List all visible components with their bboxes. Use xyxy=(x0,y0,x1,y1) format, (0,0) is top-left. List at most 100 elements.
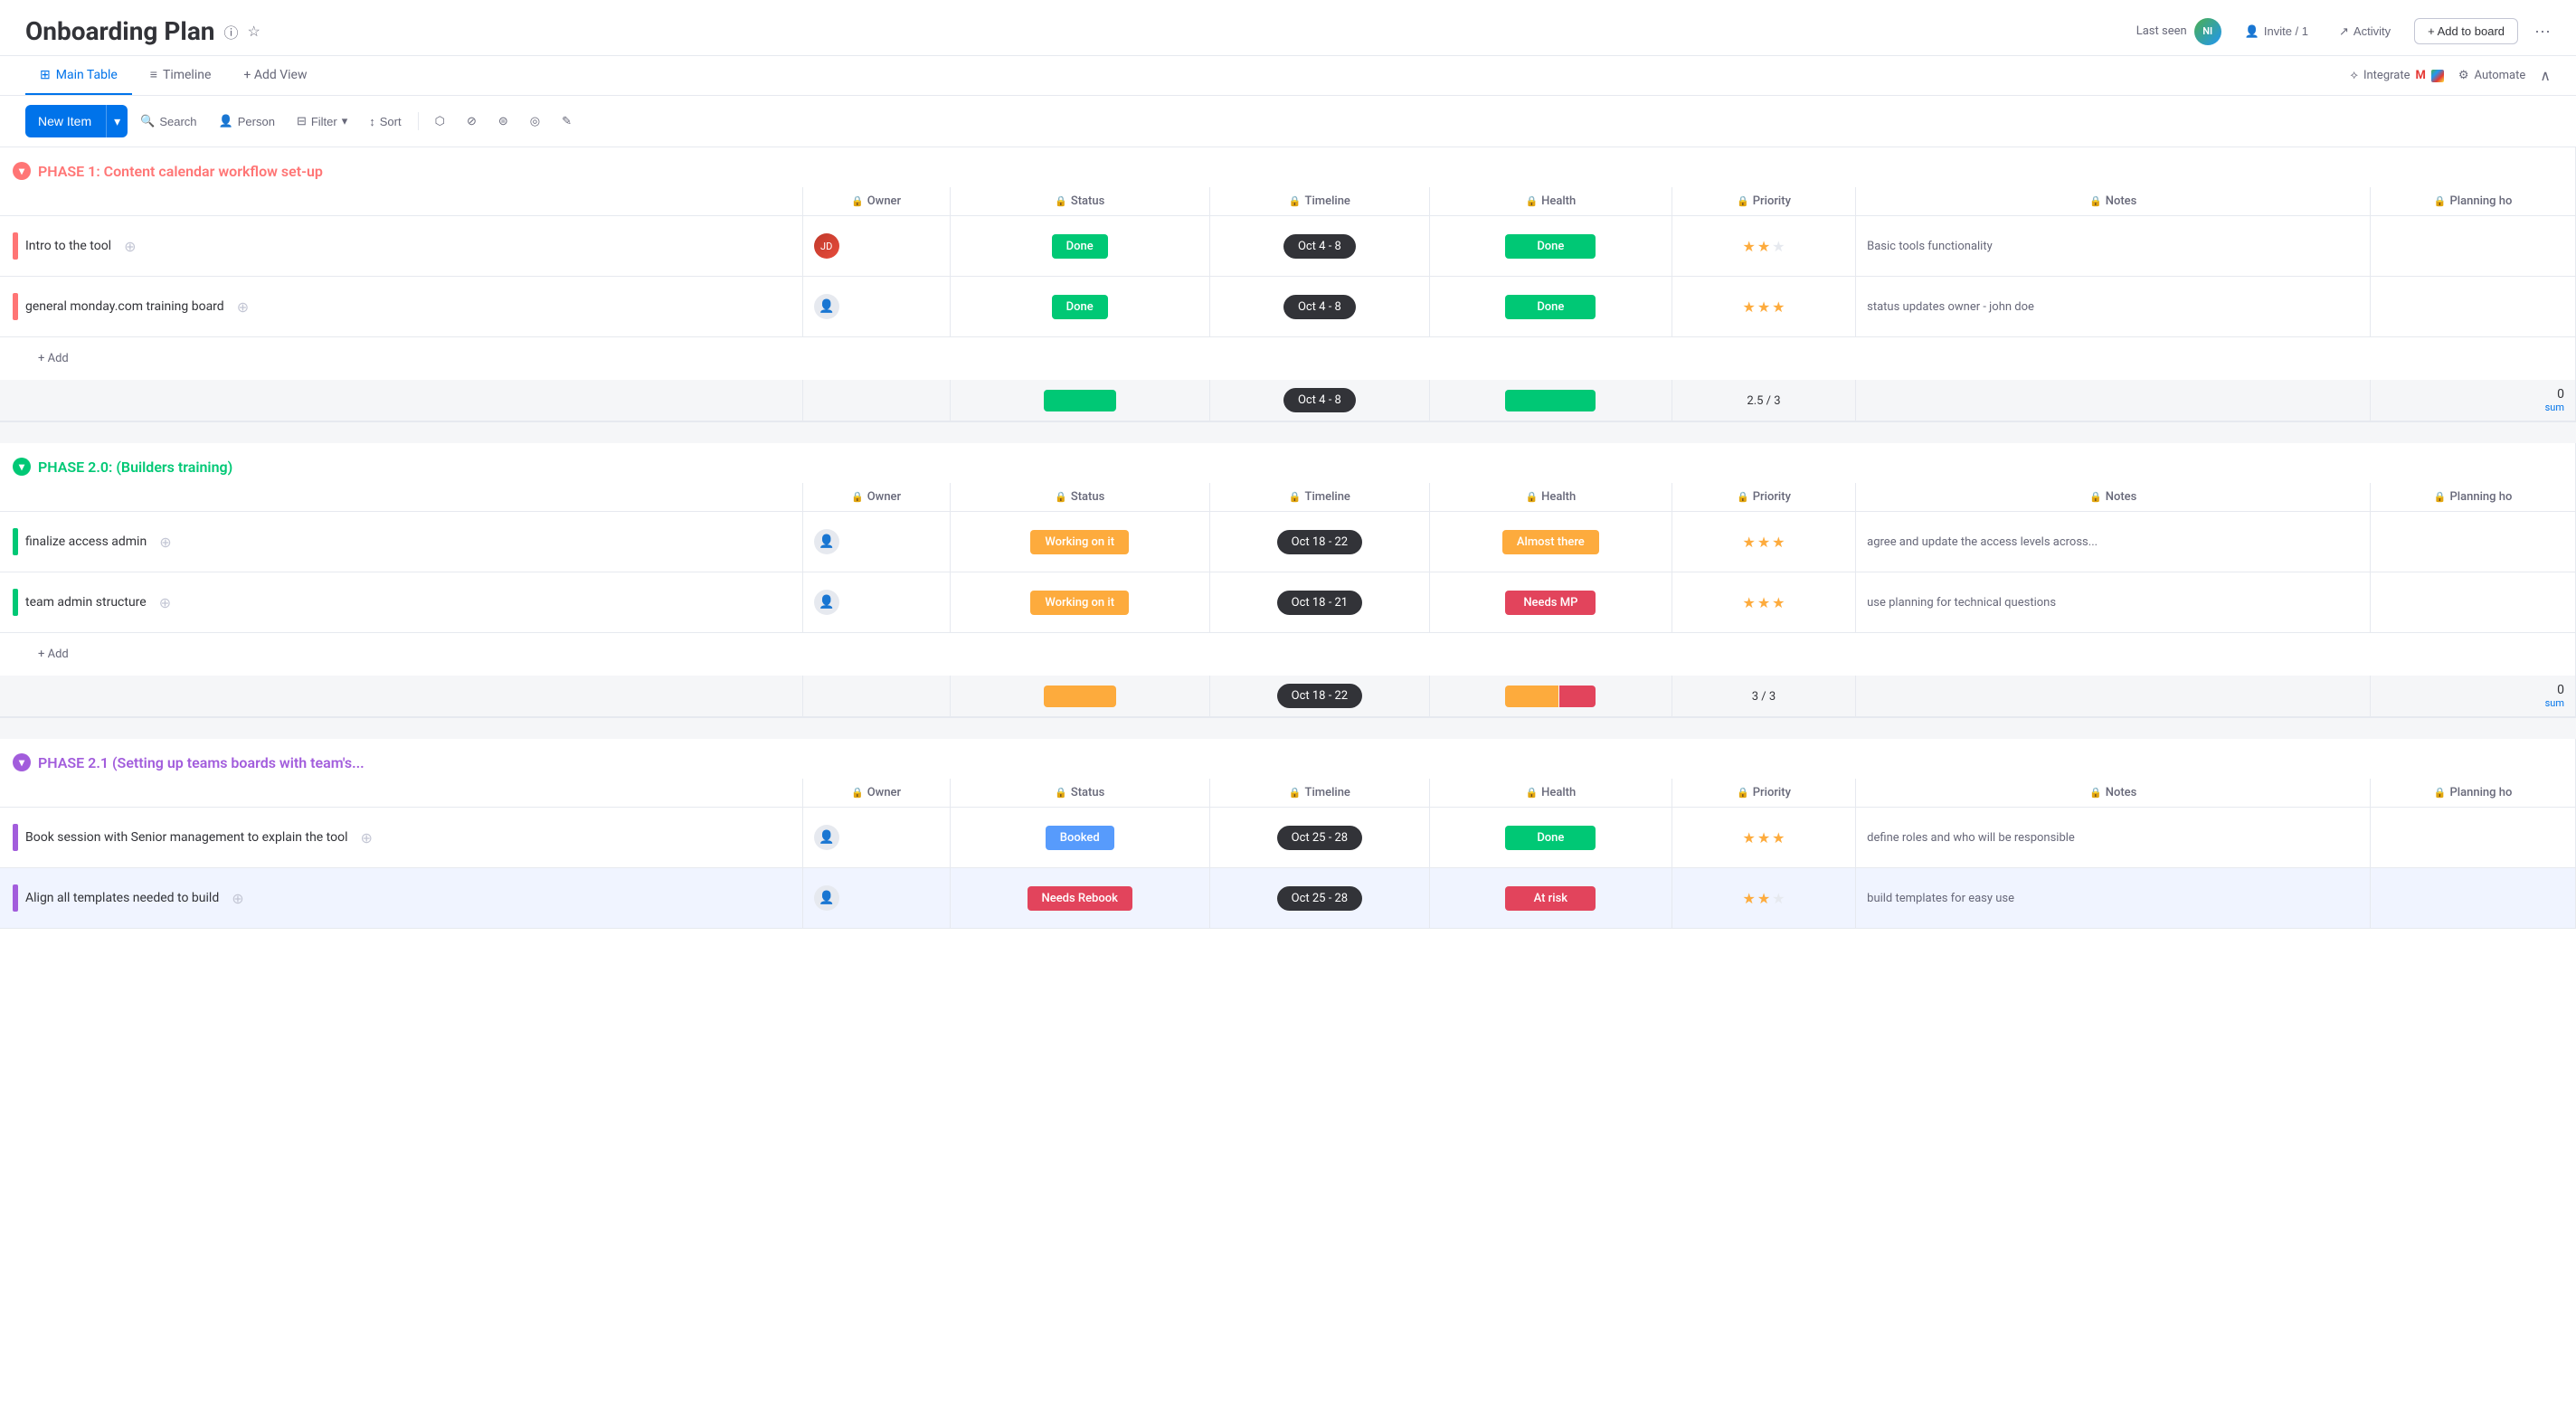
phase1-title: ▾ PHASE 1: Content calendar workflow set… xyxy=(13,162,2550,180)
phase2-add-row[interactable]: + Add xyxy=(0,633,2576,676)
p2r1-health-cell[interactable]: Almost there xyxy=(1429,512,1672,572)
row2-owner-cell[interactable]: 👤 xyxy=(802,277,950,337)
new-item-dropdown-arrow[interactable]: ▾ xyxy=(106,105,128,137)
row2-timeline-cell[interactable]: Oct 4 - 8 xyxy=(1209,277,1429,337)
row-name[interactable]: general monday.com training board xyxy=(25,299,224,314)
p21r1-status-cell[interactable]: Booked xyxy=(950,808,1209,868)
phase1-summary-name xyxy=(0,380,802,421)
col-timeline: 🔒Timeline xyxy=(1209,483,1429,512)
phase2-summary-name xyxy=(0,676,802,717)
row-add-icon[interactable]: ⊕ xyxy=(237,298,249,316)
phase1-add-button[interactable]: + Add xyxy=(13,345,2564,373)
group-button[interactable]: ⊜ xyxy=(489,109,517,134)
p21r1-notes-cell: define roles and who will be responsible xyxy=(1856,808,2371,868)
add-to-board-button[interactable]: + Add to board xyxy=(2414,18,2518,44)
col-priority: 🔒Priority xyxy=(1672,779,1855,808)
row-name[interactable]: Book session with Senior management to e… xyxy=(25,830,348,845)
gmail-icon: M xyxy=(2415,69,2425,82)
row-add-icon[interactable]: ⊕ xyxy=(232,890,243,907)
p2r2-priority-cell[interactable]: ★ ★ ★ xyxy=(1672,572,1855,633)
sort-button[interactable]: ↕ Sort xyxy=(360,109,410,134)
row1-timeline-cell[interactable]: Oct 4 - 8 xyxy=(1209,216,1429,277)
p2r1-owner-cell[interactable]: 👤 xyxy=(802,512,950,572)
phase2-add-button[interactable]: + Add xyxy=(13,640,2564,668)
more-options-button[interactable]: ··· xyxy=(2534,22,2551,41)
row-name[interactable]: team admin structure xyxy=(25,595,147,610)
phase2-summary-priority: 3 / 3 xyxy=(1672,676,1855,717)
p21r2-priority-cell[interactable]: ★ ★ ★ xyxy=(1672,868,1855,929)
phase2-label: PHASE 2.0: (Builders training) xyxy=(38,459,232,476)
p21r1-timeline-cell[interactable]: Oct 25 - 28 xyxy=(1209,808,1429,868)
p2r1-timeline-cell[interactable]: Oct 18 - 22 xyxy=(1209,512,1429,572)
row-name[interactable]: Intro to the tool xyxy=(25,239,111,253)
row-add-icon[interactable]: ⊕ xyxy=(159,534,171,551)
row-color-bar xyxy=(13,528,18,555)
filter-button[interactable]: ⊟ Filter ▾ xyxy=(288,109,356,134)
row1-owner-cell[interactable]: JD xyxy=(802,216,950,277)
toolbar: New Item ▾ 🔍 Search 👤 Person ⊟ Filter ▾ … xyxy=(0,96,2576,147)
new-item-button[interactable]: New Item ▾ xyxy=(25,105,128,137)
row-add-icon[interactable]: ⊕ xyxy=(361,829,373,846)
phase1-header-row: ▾ PHASE 1: Content calendar workflow set… xyxy=(0,147,2576,187)
p21r1-owner-cell[interactable]: 👤 xyxy=(802,808,950,868)
table-row: team admin structure ⊕ 👤 Working on it O… xyxy=(0,572,2576,633)
row2-status-cell[interactable]: Done xyxy=(950,277,1209,337)
row1-priority-cell[interactable]: ★ ★ ★ xyxy=(1672,216,1855,277)
p2r1-status-cell[interactable]: Working on it xyxy=(950,512,1209,572)
phase1-toggle[interactable]: ▾ xyxy=(13,162,31,180)
col-name xyxy=(0,187,802,216)
p21r2-status-cell[interactable]: Needs Rebook xyxy=(950,868,1209,929)
p2r2-owner-cell[interactable]: 👤 xyxy=(802,572,950,633)
integrate-button[interactable]: ⟡ Integrate M xyxy=(2350,69,2444,82)
p21r1-priority-cell[interactable]: ★ ★ ★ xyxy=(1672,808,1855,868)
hide-button[interactable]: ⊘ xyxy=(458,109,486,134)
row1-status-cell[interactable]: Done xyxy=(950,216,1209,277)
row-name[interactable]: Align all templates needed to build xyxy=(25,891,219,905)
row2-priority-cell[interactable]: ★ ★ ★ xyxy=(1672,277,1855,337)
toolbar-separator xyxy=(418,112,419,130)
summary-status-bar xyxy=(1044,686,1116,707)
row-add-icon[interactable]: ⊕ xyxy=(159,594,171,611)
activity-button[interactable]: ↗ Activity xyxy=(2332,20,2398,43)
tab-add-view[interactable]: + Add View xyxy=(229,57,321,95)
phase1-add-row[interactable]: + Add xyxy=(0,337,2576,381)
edit-button[interactable]: ✎ xyxy=(553,109,581,134)
star3: ★ xyxy=(1772,298,1785,316)
phase2-toggle[interactable]: ▾ xyxy=(13,458,31,476)
header: Onboarding Plan ⓘ ☆ Last seen NI 👤 Invit… xyxy=(0,0,2576,56)
health-badge: Done xyxy=(1505,826,1596,850)
notes-text: define roles and who will be responsible xyxy=(1867,831,2075,845)
phase21-header-row: ▾ PHASE 2.1 (Setting up teams boards wit… xyxy=(0,739,2576,779)
row-name[interactable]: finalize access admin xyxy=(25,534,147,549)
tab-main-table[interactable]: ⊞ Main Table xyxy=(25,57,132,95)
row1-health-cell[interactable]: Done xyxy=(1429,216,1672,277)
phase21-toggle[interactable]: ▾ xyxy=(13,753,31,771)
p2r2-status-cell[interactable]: Working on it xyxy=(950,572,1209,633)
color-button[interactable]: ◎ xyxy=(521,109,549,134)
search-button[interactable]: 🔍 Search xyxy=(131,109,205,134)
p2r1-priority-cell[interactable]: ★ ★ ★ xyxy=(1672,512,1855,572)
col-planning: 🔒Planning ho xyxy=(2371,187,2576,216)
automate-button[interactable]: ⚙ Automate xyxy=(2458,69,2525,82)
row2-name-cell: general monday.com training board ⊕ xyxy=(0,277,802,337)
p21r2-health-cell[interactable]: At risk xyxy=(1429,868,1672,929)
timeline-badge: Oct 25 - 28 xyxy=(1277,886,1363,911)
person-button[interactable]: 👤 Person xyxy=(210,109,284,134)
col-priority: 🔒Priority xyxy=(1672,187,1855,216)
row2-health-cell[interactable]: Done xyxy=(1429,277,1672,337)
p21r1-health-cell[interactable]: Done xyxy=(1429,808,1672,868)
p21r2-owner-cell[interactable]: 👤 xyxy=(802,868,950,929)
status-badge: Booked xyxy=(1046,826,1114,850)
tab-timeline[interactable]: ≡ Timeline xyxy=(136,56,226,95)
invite-button[interactable]: 👤 Invite / 1 xyxy=(2238,20,2316,43)
link-button[interactable]: ⬡ xyxy=(426,109,454,134)
row-add-icon[interactable]: ⊕ xyxy=(124,238,136,255)
p21r2-timeline-cell[interactable]: Oct 25 - 28 xyxy=(1209,868,1429,929)
collapse-button[interactable]: ∧ xyxy=(2540,67,2551,84)
info-icon[interactable]: ⓘ xyxy=(224,21,239,43)
p2r2-health-cell[interactable]: Needs MP xyxy=(1429,572,1672,633)
star-icon[interactable]: ☆ xyxy=(248,23,260,40)
sort-icon: ↕ xyxy=(369,115,375,128)
p2r2-timeline-cell[interactable]: Oct 18 - 21 xyxy=(1209,572,1429,633)
phase21-title: ▾ PHASE 2.1 (Setting up teams boards wit… xyxy=(13,753,2550,771)
